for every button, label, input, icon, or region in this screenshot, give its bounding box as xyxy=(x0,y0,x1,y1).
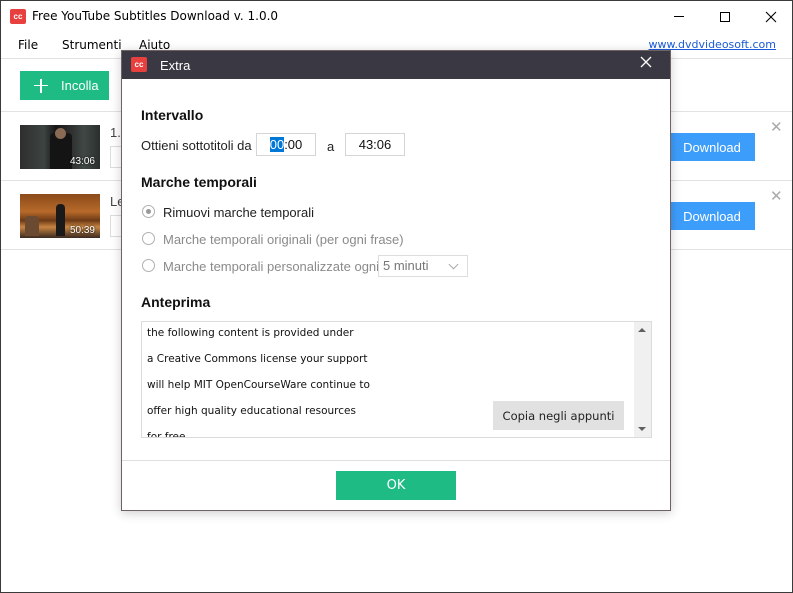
close-icon xyxy=(640,56,652,68)
preview-line: for free xyxy=(147,431,186,438)
radio-remove-timestamps[interactable] xyxy=(142,205,155,218)
preview-scrollbar[interactable] xyxy=(634,322,651,437)
preview-line: the following content is provided under xyxy=(147,327,354,339)
radio-original-timestamps-label[interactable]: Marche temporali originali (per ogni fra… xyxy=(163,232,404,247)
preview-line: offer high quality educational resources xyxy=(147,405,356,417)
minimize-button[interactable] xyxy=(656,1,702,32)
video-thumbnail: 50:39 xyxy=(20,194,100,238)
close-window-button[interactable] xyxy=(748,1,793,32)
custom-interval-select[interactable]: 5 minuti xyxy=(378,255,468,277)
start-time-rest: :00 xyxy=(284,137,303,152)
app-logo-icon: cc xyxy=(10,9,26,24)
preview-line: a Creative Commons license your support xyxy=(147,353,368,365)
remove-video-icon[interactable]: ✕ xyxy=(770,120,783,135)
from-label: Ottieni sottotitoli da xyxy=(141,138,252,153)
to-label: a xyxy=(327,139,335,154)
video-thumbnail: 43:06 xyxy=(20,125,100,169)
custom-interval-value: 5 minuti xyxy=(383,258,429,273)
menu-strumenti[interactable]: Strumenti xyxy=(62,38,122,52)
radio-remove-timestamps-label[interactable]: Rimuovi marche temporali xyxy=(163,205,314,220)
chevron-down-icon xyxy=(448,259,459,270)
radio-custom-timestamps[interactable] xyxy=(142,259,155,272)
radio-original-timestamps[interactable] xyxy=(142,232,155,245)
dialog-close-button[interactable] xyxy=(640,56,652,72)
preview-line: will help MIT OpenCourseWare continue to xyxy=(147,379,370,391)
app-logo-icon: cc xyxy=(131,57,147,72)
scroll-up-icon[interactable] xyxy=(638,328,646,332)
video-duration: 43:06 xyxy=(69,156,95,167)
start-time-selection: 00 xyxy=(269,137,285,152)
dialog-title: Extra xyxy=(160,58,191,73)
video-duration: 50:39 xyxy=(69,225,95,236)
paste-label: Incolla xyxy=(61,78,99,93)
paste-button[interactable]: Incolla xyxy=(20,71,109,100)
end-time-input[interactable]: 43:06 xyxy=(345,133,405,156)
remove-video-icon[interactable]: ✕ xyxy=(770,189,783,204)
window-title: Free YouTube Subtitles Download v. 1.0.0 xyxy=(32,9,279,23)
download-button[interactable]: Download xyxy=(669,133,755,161)
video-title: 1. xyxy=(110,125,121,140)
scroll-down-icon[interactable] xyxy=(638,427,646,431)
menu-file[interactable]: File xyxy=(18,38,38,52)
copy-to-clipboard-button[interactable]: Copia negli appunti xyxy=(493,401,624,430)
maximize-icon xyxy=(720,11,730,22)
close-icon xyxy=(765,11,777,22)
interval-heading: Intervallo xyxy=(141,107,204,123)
preview-heading: Anteprima xyxy=(141,294,211,310)
minimize-icon xyxy=(674,16,684,17)
dialog-footer-divider xyxy=(122,460,670,461)
dialog-title-bar: cc Extra xyxy=(122,51,670,79)
maximize-button[interactable] xyxy=(702,1,748,32)
start-time-input[interactable]: 00:00 xyxy=(256,133,316,156)
timestamps-heading: Marche temporali xyxy=(141,174,257,190)
plus-icon xyxy=(34,78,48,93)
radio-custom-timestamps-label[interactable]: Marche temporali personalizzate ogni xyxy=(163,259,379,274)
title-bar: cc Free YouTube Subtitles Download v. 1.… xyxy=(1,1,792,32)
download-button[interactable]: Download xyxy=(669,202,755,230)
ok-button[interactable]: OK xyxy=(336,471,456,500)
extra-dialog: cc Extra Intervallo Ottieni sottotitoli … xyxy=(121,50,671,511)
